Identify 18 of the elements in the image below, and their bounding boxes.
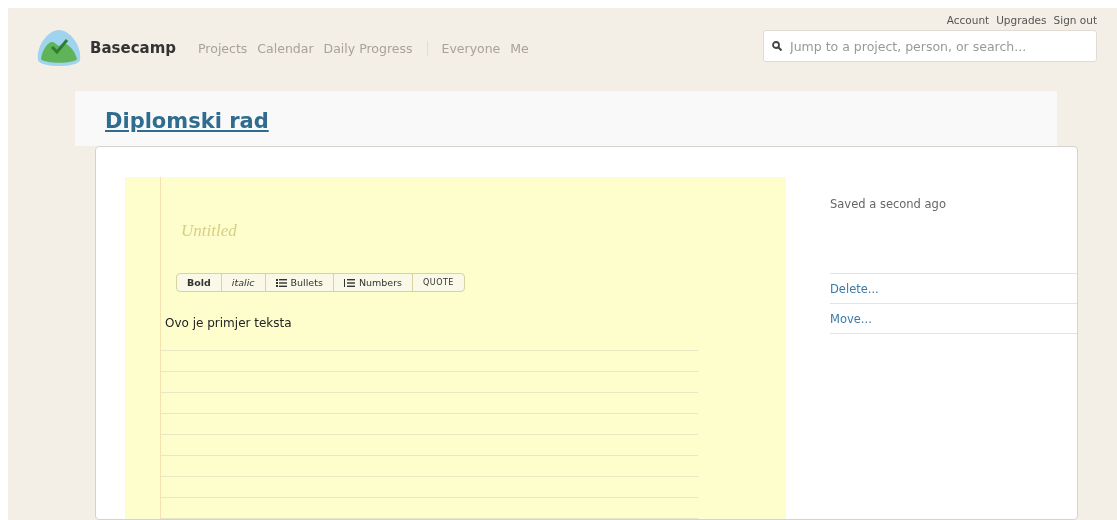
account-link[interactable]: Upgrades bbox=[996, 14, 1047, 26]
account-link[interactable]: Account bbox=[946, 14, 990, 26]
italic-button[interactable]: italic bbox=[221, 274, 266, 291]
action-link[interactable]: Delete... bbox=[830, 273, 1077, 303]
quote-button[interactable]: QUOTE bbox=[413, 274, 464, 291]
bulleted-list-icon bbox=[275, 278, 287, 287]
project-title[interactable]: Diplomski rad bbox=[105, 109, 269, 134]
action-link[interactable]: Move... bbox=[830, 303, 1077, 334]
numbered-list-icon bbox=[343, 278, 355, 287]
bullets-button[interactable]: Bullets bbox=[265, 274, 334, 291]
numbers-button[interactable]: Numbers bbox=[333, 274, 413, 291]
search-icon bbox=[772, 41, 782, 51]
logo-text[interactable]: Basecamp bbox=[90, 39, 177, 57]
bold-button[interactable]: Bold bbox=[177, 274, 222, 291]
save-status: Saved a second ago bbox=[830, 197, 947, 211]
search-field[interactable]: Jump to a project, person, or search... bbox=[763, 30, 1097, 62]
account-link[interactable]: Sign out bbox=[1053, 14, 1097, 26]
note-text: Ovo je primjer teksta bbox=[165, 316, 293, 330]
